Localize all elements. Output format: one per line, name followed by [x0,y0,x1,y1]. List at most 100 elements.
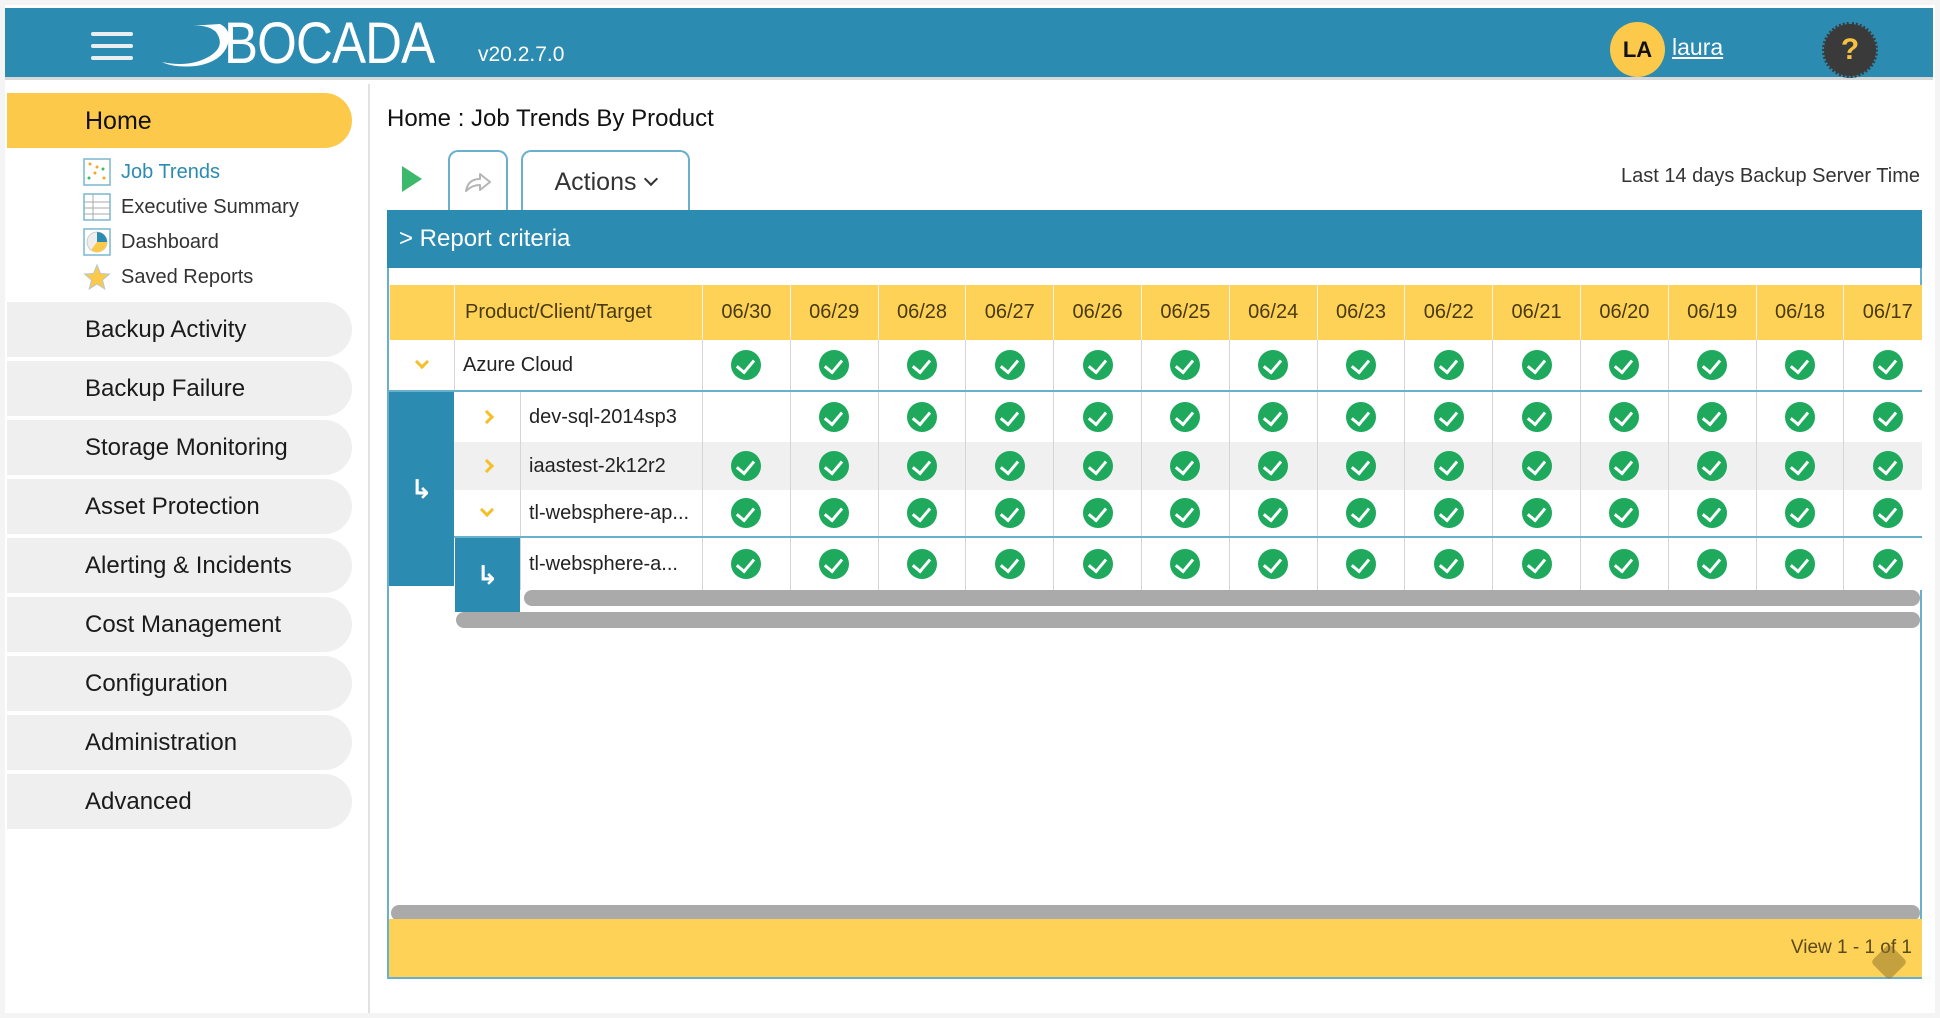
header-date-cell[interactable]: 06/19 [1667,285,1756,340]
sidebar-subitem-dashboard[interactable]: Dashboard [83,226,219,258]
row-expander[interactable] [389,340,454,390]
status-cell[interactable] [1667,538,1756,590]
inner-horizontal-scrollbar[interactable] [524,590,1920,606]
sidebar-item-storage-monitoring[interactable]: Storage Monitoring [7,420,352,475]
status-cell[interactable] [1141,340,1229,390]
header-date-cell[interactable]: 06/22 [1404,285,1492,340]
status-cell[interactable] [1404,490,1492,536]
status-cell[interactable] [965,392,1053,442]
status-cell[interactable] [1755,392,1844,442]
header-date-cell[interactable]: 06/26 [1053,285,1141,340]
status-cell[interactable] [1843,340,1931,390]
share-button[interactable] [448,150,508,212]
status-cell[interactable] [702,340,790,390]
header-date-cell[interactable]: 06/29 [789,285,878,340]
status-cell[interactable] [1580,538,1668,590]
header-date-cell[interactable]: 06/18 [1755,285,1844,340]
sidebar-item-administration[interactable]: Administration [7,715,352,770]
status-cell[interactable] [1316,442,1405,490]
header-date-cell[interactable]: 06/23 [1316,285,1405,340]
status-cell[interactable] [1404,392,1492,442]
status-cell[interactable] [965,442,1053,490]
sidebar-item-cost-management[interactable]: Cost Management [7,597,352,652]
play-icon[interactable] [402,166,422,192]
status-cell[interactable] [1228,442,1317,490]
status-cell[interactable] [1755,490,1844,536]
status-cell[interactable] [1053,442,1141,490]
status-cell[interactable] [1580,340,1668,390]
status-cell[interactable] [1141,538,1229,590]
status-cell[interactable] [1404,538,1492,590]
status-cell[interactable] [1228,538,1317,590]
status-cell[interactable] [965,340,1053,390]
status-cell[interactable] [1843,538,1931,590]
status-cell[interactable] [789,340,878,390]
report-criteria-toggle[interactable]: > Report criteria [387,210,1922,268]
status-cell[interactable] [877,490,966,536]
sidebar-item-configuration[interactable]: Configuration [7,656,352,711]
status-cell[interactable] [1053,490,1141,536]
header-date-cell[interactable]: 06/24 [1228,285,1317,340]
nested-horizontal-scrollbar[interactable] [456,612,1920,628]
sidebar-subitem-saved-reports[interactable]: Saved Reports [83,261,253,293]
status-cell[interactable] [1316,340,1405,390]
header-date-cell[interactable]: 06/21 [1492,285,1580,340]
sidebar-item-backup-activity[interactable]: Backup Activity [7,302,352,357]
status-cell[interactable] [877,392,966,442]
status-cell[interactable] [1316,490,1405,536]
hamburger-menu-icon[interactable] [91,32,133,62]
sidebar-item-asset-protection[interactable]: Asset Protection [7,479,352,534]
status-cell[interactable] [1492,340,1580,390]
status-cell[interactable] [1492,392,1580,442]
status-cell[interactable] [702,392,790,442]
status-cell[interactable] [1404,442,1492,490]
header-date-cell[interactable]: 06/30 [702,285,790,340]
row-expander[interactable] [454,392,520,442]
status-cell[interactable] [1053,340,1141,390]
username-link[interactable]: laura [1672,34,1723,61]
sidebar-item-backup-failure[interactable]: Backup Failure [7,361,352,416]
header-date-cell[interactable]: 06/25 [1141,285,1229,340]
user-avatar[interactable]: LA [1610,22,1665,77]
status-cell[interactable] [789,392,878,442]
status-cell[interactable] [1667,340,1756,390]
status-cell[interactable] [1843,392,1931,442]
status-cell[interactable] [1316,538,1405,590]
status-cell[interactable] [1228,392,1317,442]
status-cell[interactable] [1843,442,1931,490]
header-date-cell[interactable]: 06/27 [965,285,1053,340]
help-icon[interactable]: ? [1822,22,1878,78]
status-cell[interactable] [1053,538,1141,590]
sidebar-item-advanced[interactable]: Advanced [7,774,352,829]
status-cell[interactable] [702,538,790,590]
status-cell[interactable] [1843,490,1931,536]
status-cell[interactable] [1492,490,1580,536]
status-cell[interactable] [1755,340,1844,390]
sidebar-subitem-job-trends[interactable]: Job Trends [83,156,220,188]
status-cell[interactable] [1141,392,1229,442]
status-cell[interactable] [1492,442,1580,490]
status-cell[interactable] [1492,538,1580,590]
sidebar-item-home[interactable]: Home [7,93,352,148]
status-cell[interactable] [1667,490,1756,536]
status-cell[interactable] [789,538,878,590]
status-cell[interactable] [1580,392,1668,442]
sidebar-subitem-executive-summary[interactable]: Executive Summary [83,191,299,223]
status-cell[interactable] [1316,392,1405,442]
status-cell[interactable] [1141,442,1229,490]
status-cell[interactable] [1667,442,1756,490]
actions-dropdown-button[interactable]: Actions [521,150,690,212]
status-cell[interactable] [1141,490,1229,536]
status-cell[interactable] [702,490,790,536]
row-expander[interactable] [454,490,520,536]
row-expander[interactable] [454,442,520,490]
status-cell[interactable] [702,442,790,490]
status-cell[interactable] [1755,442,1844,490]
status-cell[interactable] [789,442,878,490]
status-cell[interactable] [1053,392,1141,442]
status-cell[interactable] [965,538,1053,590]
status-cell[interactable] [1580,490,1668,536]
status-cell[interactable] [1667,392,1756,442]
status-cell[interactable] [877,340,966,390]
header-date-cell[interactable]: 06/28 [877,285,966,340]
